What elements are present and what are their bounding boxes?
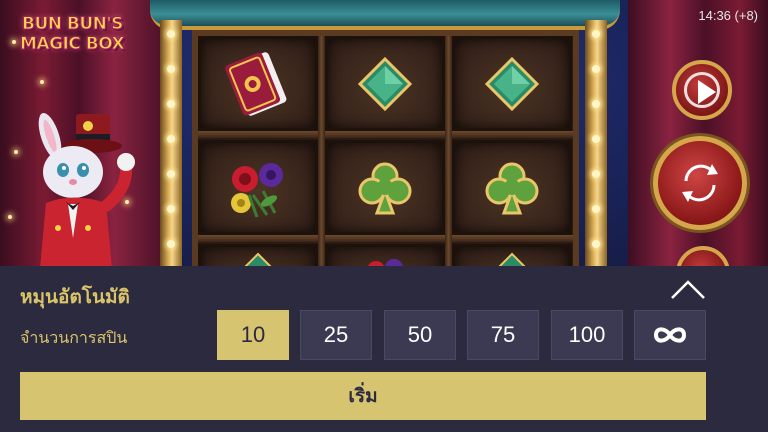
game-logo: BUN BUN'S MAGIC BOX — [20, 14, 138, 86]
reel-2-row-2 — [325, 140, 445, 235]
reel-3-row-3 — [452, 244, 572, 268]
spin-count-label: จำนวนการสปิน — [20, 328, 128, 347]
stage-valance — [150, 0, 620, 30]
spin-option-25[interactable]: 25 — [300, 310, 372, 360]
refresh-icon — [682, 164, 718, 202]
reel-divider — [445, 36, 452, 268]
reel-1-row-1 — [198, 36, 318, 131]
spin-option-75[interactable]: 75 — [467, 310, 539, 360]
reel-shelf — [198, 131, 573, 138]
start-button[interactable]: เริ่ม — [20, 372, 706, 420]
spin-option-100[interactable]: 100 — [551, 310, 623, 360]
reel-3-row-1 — [452, 36, 572, 131]
reel-grid — [192, 30, 579, 268]
collapse-button[interactable] — [668, 276, 708, 304]
panel-title: หมุนอัตโนมัติ — [20, 286, 130, 308]
logo-line-2: MAGIC BOX — [20, 34, 126, 55]
reel-2-row-1 — [325, 36, 445, 131]
reel-2-row-3 — [325, 244, 445, 268]
autoplay-panel: หมุนอัตโนมัติ จำนวนการสปิน 10 25 50 75 1… — [0, 266, 768, 432]
logo-line-1: BUN BUN'S — [22, 14, 124, 35]
left-pillar — [160, 20, 182, 268]
reel-shelf — [198, 235, 573, 242]
play-icon — [698, 80, 716, 104]
chevron-up-icon — [671, 280, 705, 299]
clock: 14:36 (+8) — [698, 8, 758, 23]
magic-book-icon — [225, 51, 287, 116]
spin-button[interactable] — [653, 136, 747, 230]
diamond-icon — [357, 56, 413, 111]
infinity-icon — [653, 327, 687, 343]
club-icon — [485, 162, 539, 214]
spin-option-infinite[interactable] — [634, 310, 706, 360]
reel-1-row-3 — [198, 244, 318, 268]
reel-divider — [318, 36, 325, 268]
flowers-icon — [231, 162, 283, 218]
autoplay-button[interactable] — [672, 60, 732, 120]
right-pillar — [585, 20, 607, 268]
diamond-icon — [484, 56, 540, 111]
reel-3-row-2 — [452, 140, 572, 235]
reel-1-row-2 — [198, 140, 318, 235]
rabbit-magician-icon — [38, 113, 135, 268]
spin-option-10[interactable]: 10 — [217, 310, 289, 360]
game-screen: BUN BUN'S MAGIC BOX 14:36 (+8) หมุนอัตโน… — [0, 0, 768, 432]
spin-option-50[interactable]: 50 — [384, 310, 456, 360]
game-scene: BUN BUN'S MAGIC BOX 14:36 (+8) — [0, 0, 768, 268]
club-icon — [358, 162, 412, 214]
